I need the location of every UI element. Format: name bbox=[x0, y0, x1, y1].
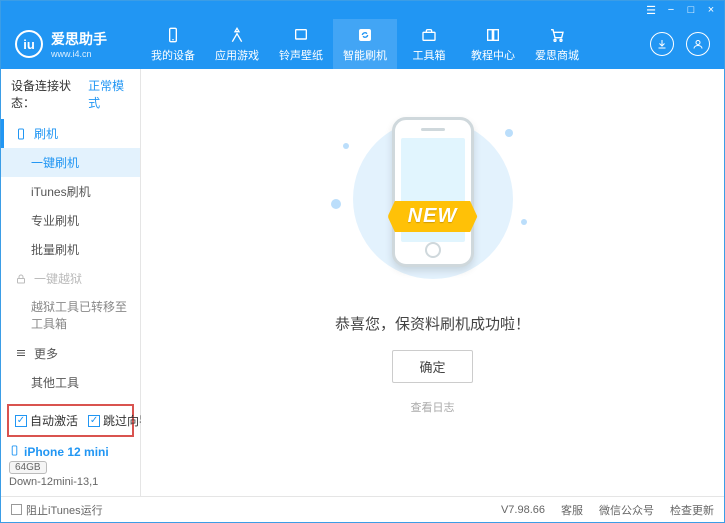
checkbox-block-itunes[interactable]: 阻止iTunes运行 bbox=[11, 502, 103, 518]
device-status: 设备连接状态： 正常模式 bbox=[1, 69, 140, 119]
brand-text: 爱思助手 www.i4.cn bbox=[51, 29, 107, 59]
sidebar-item-batch-flash[interactable]: 批量刷机 bbox=[1, 235, 140, 264]
lock-icon bbox=[14, 273, 28, 285]
check-update-link[interactable]: 检查更新 bbox=[670, 502, 714, 518]
dot-icon bbox=[505, 129, 513, 137]
maximize-button[interactable]: □ bbox=[684, 3, 698, 17]
nav-smart-flash[interactable]: 智能刷机 bbox=[333, 19, 397, 69]
phone-icon bbox=[14, 128, 28, 140]
nav-label: 铃声壁纸 bbox=[279, 47, 323, 63]
header: ☰ − □ × iu 爱思助手 www.i4.cn 我的设备 应用游戏 bbox=[1, 1, 724, 69]
phone-icon bbox=[164, 26, 182, 44]
device-top: iPhone 12 mini bbox=[9, 445, 132, 459]
storage-badge: 64GB bbox=[9, 461, 47, 474]
brand-logo-icon: iu bbox=[15, 30, 43, 58]
main-content: NEW 恭喜您，保资料刷机成功啦！ 确定 查看日志 bbox=[141, 69, 724, 496]
success-message: 恭喜您，保资料刷机成功啦！ bbox=[335, 313, 530, 334]
nav-label: 教程中心 bbox=[471, 47, 515, 63]
nav-label: 工具箱 bbox=[413, 47, 446, 63]
brand[interactable]: iu 爱思助手 www.i4.cn bbox=[1, 29, 141, 59]
device-name: iPhone 12 mini bbox=[24, 445, 109, 459]
jailbreak-note: 越狱工具已转移至工具箱 bbox=[1, 293, 140, 339]
footer-right: V7.98.66 客服 微信公众号 检查更新 bbox=[501, 502, 714, 518]
nav-ringtone-wallpaper[interactable]: 铃声壁纸 bbox=[269, 19, 333, 69]
apps-icon bbox=[228, 26, 246, 44]
nav-apps-games[interactable]: 应用游戏 bbox=[205, 19, 269, 69]
sidebar-item-download-firmware[interactable]: 下载固件 bbox=[1, 397, 140, 398]
check-icon: ✓ bbox=[88, 415, 100, 427]
new-ribbon: NEW bbox=[388, 201, 478, 232]
close-button[interactable]: × bbox=[704, 3, 718, 17]
section-flash[interactable]: 刷机 bbox=[1, 119, 140, 148]
minimize-button[interactable]: − bbox=[664, 3, 678, 17]
phone-illustration-icon bbox=[392, 117, 474, 267]
cart-icon bbox=[548, 26, 566, 44]
nav-toolbox[interactable]: 工具箱 bbox=[397, 19, 461, 69]
titlebar-controls: ☰ − □ × bbox=[1, 1, 724, 19]
sidebar-item-oneclick-flash[interactable]: 一键刷机 bbox=[1, 148, 140, 177]
header-right bbox=[650, 32, 724, 56]
dot-icon bbox=[521, 219, 527, 225]
sidebar-item-pro-flash[interactable]: 专业刷机 bbox=[1, 206, 140, 235]
nav-label: 我的设备 bbox=[151, 47, 195, 63]
device-info[interactable]: iPhone 12 mini 64GB Down-12mini-13,1 bbox=[1, 441, 140, 496]
device-detail: Down-12mini-13,1 bbox=[9, 476, 132, 488]
download-button[interactable] bbox=[650, 32, 674, 56]
brand-name: 爱思助手 bbox=[51, 29, 107, 49]
section-title: 刷机 bbox=[34, 125, 58, 142]
checkbox-icon bbox=[11, 504, 22, 515]
sidebar: 设备连接状态： 正常模式 刷机 一键刷机 iTunes刷机 专业刷机 批量刷机 … bbox=[1, 69, 141, 496]
nav-store[interactable]: 爱思商城 bbox=[525, 19, 589, 69]
checkbox-label: 阻止iTunes运行 bbox=[26, 502, 103, 518]
footer: 阻止iTunes运行 V7.98.66 客服 微信公众号 检查更新 bbox=[1, 496, 724, 522]
version-label: V7.98.66 bbox=[501, 504, 545, 516]
status-label: 设备连接状态： bbox=[11, 77, 84, 111]
book-icon bbox=[484, 26, 502, 44]
toolbox-icon bbox=[420, 26, 438, 44]
view-log-link[interactable]: 查看日志 bbox=[411, 399, 455, 415]
checkbox-auto-activate[interactable]: ✓ 自动激活 bbox=[15, 412, 78, 429]
brand-url: www.i4.cn bbox=[51, 49, 107, 59]
nav-label: 应用游戏 bbox=[215, 47, 259, 63]
sidebar-item-other-tools[interactable]: 其他工具 bbox=[1, 368, 140, 397]
refresh-icon bbox=[356, 26, 374, 44]
section-jailbreak[interactable]: 一键越狱 bbox=[1, 264, 140, 293]
body: 设备连接状态： 正常模式 刷机 一键刷机 iTunes刷机 专业刷机 批量刷机 … bbox=[1, 69, 724, 496]
nav-label: 爱思商城 bbox=[535, 47, 579, 63]
section-more[interactable]: 更多 bbox=[1, 339, 140, 368]
menu-icon bbox=[14, 347, 28, 359]
sidebar-item-itunes-flash[interactable]: iTunes刷机 bbox=[1, 177, 140, 206]
checkbox-label: 自动激活 bbox=[30, 412, 78, 429]
check-icon: ✓ bbox=[15, 415, 27, 427]
phone-icon bbox=[9, 445, 20, 459]
section-title: 一键越狱 bbox=[34, 270, 82, 287]
options-highlight-box: ✓ 自动激活 ✓ 跳过向导 bbox=[7, 404, 134, 437]
section-title: 更多 bbox=[34, 345, 58, 362]
app-window: ☰ − □ × iu 爱思助手 www.i4.cn 我的设备 应用游戏 bbox=[0, 0, 725, 523]
top-nav: 我的设备 应用游戏 铃声壁纸 智能刷机 工具箱 bbox=[141, 19, 650, 69]
user-button[interactable] bbox=[686, 32, 710, 56]
nav-label: 智能刷机 bbox=[343, 47, 387, 63]
sidebar-scroll: 设备连接状态： 正常模式 刷机 一键刷机 iTunes刷机 专业刷机 批量刷机 … bbox=[1, 69, 140, 398]
headerbar: iu 爱思助手 www.i4.cn 我的设备 应用游戏 铃声壁纸 bbox=[1, 19, 724, 69]
customer-service-link[interactable]: 客服 bbox=[561, 502, 583, 518]
wallpaper-icon bbox=[292, 26, 310, 44]
success-illustration: NEW bbox=[313, 109, 553, 289]
status-value: 正常模式 bbox=[88, 77, 130, 111]
confirm-button[interactable]: 确定 bbox=[392, 350, 472, 383]
dot-icon bbox=[343, 143, 349, 149]
nav-my-device[interactable]: 我的设备 bbox=[141, 19, 205, 69]
wechat-link[interactable]: 微信公众号 bbox=[599, 502, 654, 518]
nav-tutorials[interactable]: 教程中心 bbox=[461, 19, 525, 69]
dot-icon bbox=[331, 199, 341, 209]
menu-icon[interactable]: ☰ bbox=[644, 3, 658, 17]
